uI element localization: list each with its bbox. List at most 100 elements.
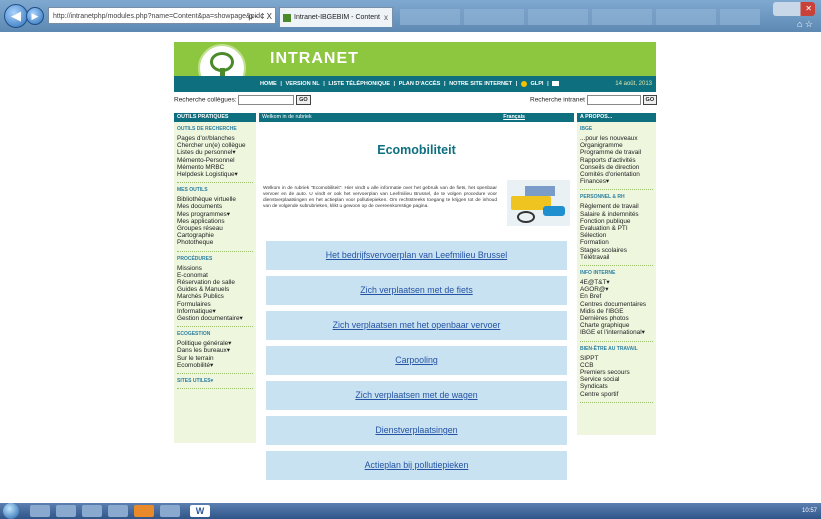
left-menu-item[interactable]: Politique générale▾ (177, 340, 253, 347)
left-menu-item[interactable]: Mémento-Personnel (177, 157, 253, 164)
window-controls[interactable]: ✕ (773, 2, 815, 16)
right-menu-item[interactable]: Centres documentaires (580, 301, 653, 308)
right-menu-item[interactable]: Fonction publique (580, 218, 653, 225)
left-sidebar-title: OUTILS PRATIQUES (174, 113, 256, 122)
right-menu-item[interactable]: Formation (580, 239, 653, 246)
left-menu-item[interactable]: Mémento MRBC (177, 164, 253, 171)
colleague-search-label: Recherche collègues: (174, 96, 237, 104)
taskbar-app-icon[interactable] (160, 505, 180, 517)
taskbar-media-icon[interactable] (82, 505, 102, 517)
taskbar-outlook-icon[interactable] (134, 505, 154, 517)
right-menu-item[interactable]: 4E@T&T▾ (580, 279, 653, 286)
nav-phone-list[interactable]: LISTE TÉLÉPHONIQUE (328, 81, 390, 87)
left-menu-item[interactable]: E-conomat (177, 272, 253, 279)
right-menu-item[interactable]: Programme de travail (580, 149, 653, 156)
taskbar-explorer-icon[interactable] (30, 505, 50, 517)
nav-sep: | (323, 81, 325, 87)
left-section-heading[interactable]: SITES UTILES▾ (177, 378, 253, 384)
left-menu-item[interactable]: Ecomobilité▾ (177, 362, 253, 369)
left-menu-item[interactable]: Guides & Manuels (177, 286, 253, 293)
left-menu-item[interactable]: Mes documents (177, 203, 253, 210)
right-menu-item[interactable]: Premiers secours (580, 369, 653, 376)
divider (177, 326, 253, 328)
main-header: Welkom in de rubriek Français (259, 113, 574, 122)
right-menu-item[interactable]: Syndicats (580, 383, 653, 390)
tab-close-icon[interactable]: x (384, 8, 388, 27)
nav-glpi[interactable]: GLPI (530, 81, 543, 87)
right-menu-item[interactable]: Comités d'orientation (580, 171, 653, 178)
right-menu-item[interactable]: Conseils de direction (580, 164, 653, 171)
nav-website[interactable]: NOTRE SITE INTERNET (449, 81, 512, 87)
right-menu-item[interactable]: CCB (580, 362, 653, 369)
address-controls[interactable]: ρ - ¢ X (248, 8, 272, 23)
link-fiets[interactable]: Zich verplaatsen met de fiets (266, 276, 567, 305)
nav-version-nl[interactable]: VERSION NL (285, 81, 319, 87)
colleague-go-button[interactable]: GO (296, 95, 311, 105)
right-menu-item[interactable]: Règlement de travail (580, 203, 653, 210)
right-menu-item[interactable]: SIPPT (580, 355, 653, 362)
current-date: 14 août, 2013 (615, 81, 652, 87)
browser-tab[interactable]: Intranet-IBGEBIM - Content x (279, 7, 393, 27)
left-menu-item[interactable]: Sur le terrain (177, 355, 253, 362)
right-menu-item[interactable]: En Bref (580, 293, 653, 300)
french-link[interactable]: Français (503, 113, 525, 122)
link-openbaar-vervoer[interactable]: Zich verplaatsen met het openbaar vervoe… (266, 311, 567, 340)
right-menu-item[interactable]: Service social (580, 376, 653, 383)
right-menu-item[interactable]: Charte graphique (580, 322, 653, 329)
right-menu-item[interactable]: Organigramme (580, 142, 653, 149)
link-wagen[interactable]: Zich verplaatsen met de wagen (266, 381, 567, 410)
left-menu-item[interactable]: Chercher un(e) collègue (177, 142, 253, 149)
left-menu-item[interactable]: Informatique▾ (177, 308, 253, 315)
link-vervoerplan[interactable]: Het bedrijfsvervoerplan van Leefmilieu B… (266, 241, 567, 270)
right-menu-item[interactable]: Sélection (580, 232, 653, 239)
intranet-go-button[interactable]: GO (642, 95, 658, 105)
taskbar-folder-icon[interactable] (108, 505, 128, 517)
mail-icon[interactable] (552, 81, 560, 87)
left-menu-item[interactable]: Bibliothèque virtuelle (177, 196, 253, 203)
nav-home[interactable]: HOME (260, 81, 277, 87)
colleague-search-input[interactable] (238, 95, 295, 105)
right-menu-item[interactable]: Stages scolaires (580, 247, 653, 254)
left-menu-item[interactable]: Listes du personnel▾ (177, 149, 253, 156)
right-menu-item[interactable]: Finances▾ (580, 178, 653, 185)
link-carpooling[interactable]: Carpooling (266, 346, 567, 375)
left-menu-item[interactable]: Gestion documentaire▾ (177, 315, 253, 322)
taskbar-ie-icon[interactable] (56, 505, 76, 517)
left-menu-item[interactable]: Helpdesk Logistique▾ (177, 171, 253, 178)
left-menu-item[interactable]: Mes applications (177, 218, 253, 225)
left-menu-item[interactable]: Cartographie (177, 232, 253, 239)
intranet-search-input[interactable] (586, 95, 641, 105)
left-menu-item[interactable]: Groupes réseau (177, 225, 253, 232)
nav-sep: | (443, 81, 446, 87)
left-menu-item[interactable]: Dans les bureaux▾ (177, 347, 253, 354)
left-menu-item[interactable]: Formulaires (177, 301, 253, 308)
right-menu-item[interactable]: Rapports d'activités (580, 157, 653, 164)
right-menu-item[interactable]: Evaluation & PTI (580, 225, 653, 232)
right-menu-item[interactable]: IBGE et l'international▾ (580, 329, 653, 336)
browser-toolbar: ◀ ▶ http://intranetphp/modules.php?name=… (0, 0, 821, 32)
left-menu-item[interactable]: Phototheque (177, 239, 253, 246)
start-button-icon[interactable] (3, 503, 19, 519)
home-icon[interactable]: ⌂ ☆ (797, 19, 813, 30)
right-menu-item[interactable]: Salaire & indemnités (580, 211, 653, 218)
left-menu-item[interactable]: Marchés Publics (177, 293, 253, 300)
other-tabs[interactable] (400, 9, 760, 25)
left-menu-item[interactable]: Pages d'or/blanches (177, 135, 253, 142)
right-menu-item[interactable]: Télétravail (580, 254, 653, 261)
left-menu-item[interactable]: Mes programmes▾ (177, 211, 253, 218)
right-menu-item[interactable]: Dernières photos (580, 315, 653, 322)
forward-button-icon[interactable]: ▶ (26, 7, 44, 25)
link-pollutiepieken[interactable]: Actieplan bij pollutiepieken (266, 451, 567, 480)
right-menu-item[interactable]: ...pour les nouveaux (580, 135, 653, 142)
right-menu-item[interactable]: AGOR@▾ (580, 286, 653, 293)
right-menu-item[interactable]: Midis de l'IBGE (580, 308, 653, 315)
back-button-icon[interactable]: ◀ (4, 4, 28, 28)
right-menu-item[interactable]: Centre sportif (580, 391, 653, 398)
left-menu-item[interactable]: Réservation de salle (177, 279, 253, 286)
address-bar[interactable]: http://intranetphp/modules.php?name=Cont… (48, 7, 276, 24)
clock: 10:57 (801, 508, 817, 514)
left-menu-item[interactable]: Missions (177, 265, 253, 272)
taskbar-word-icon[interactable]: W (190, 505, 210, 517)
nav-access-map[interactable]: PLAN D'ACCÈS (399, 81, 441, 87)
link-dienstverplaatsingen[interactable]: Dienstverplaatsingen (266, 416, 567, 445)
